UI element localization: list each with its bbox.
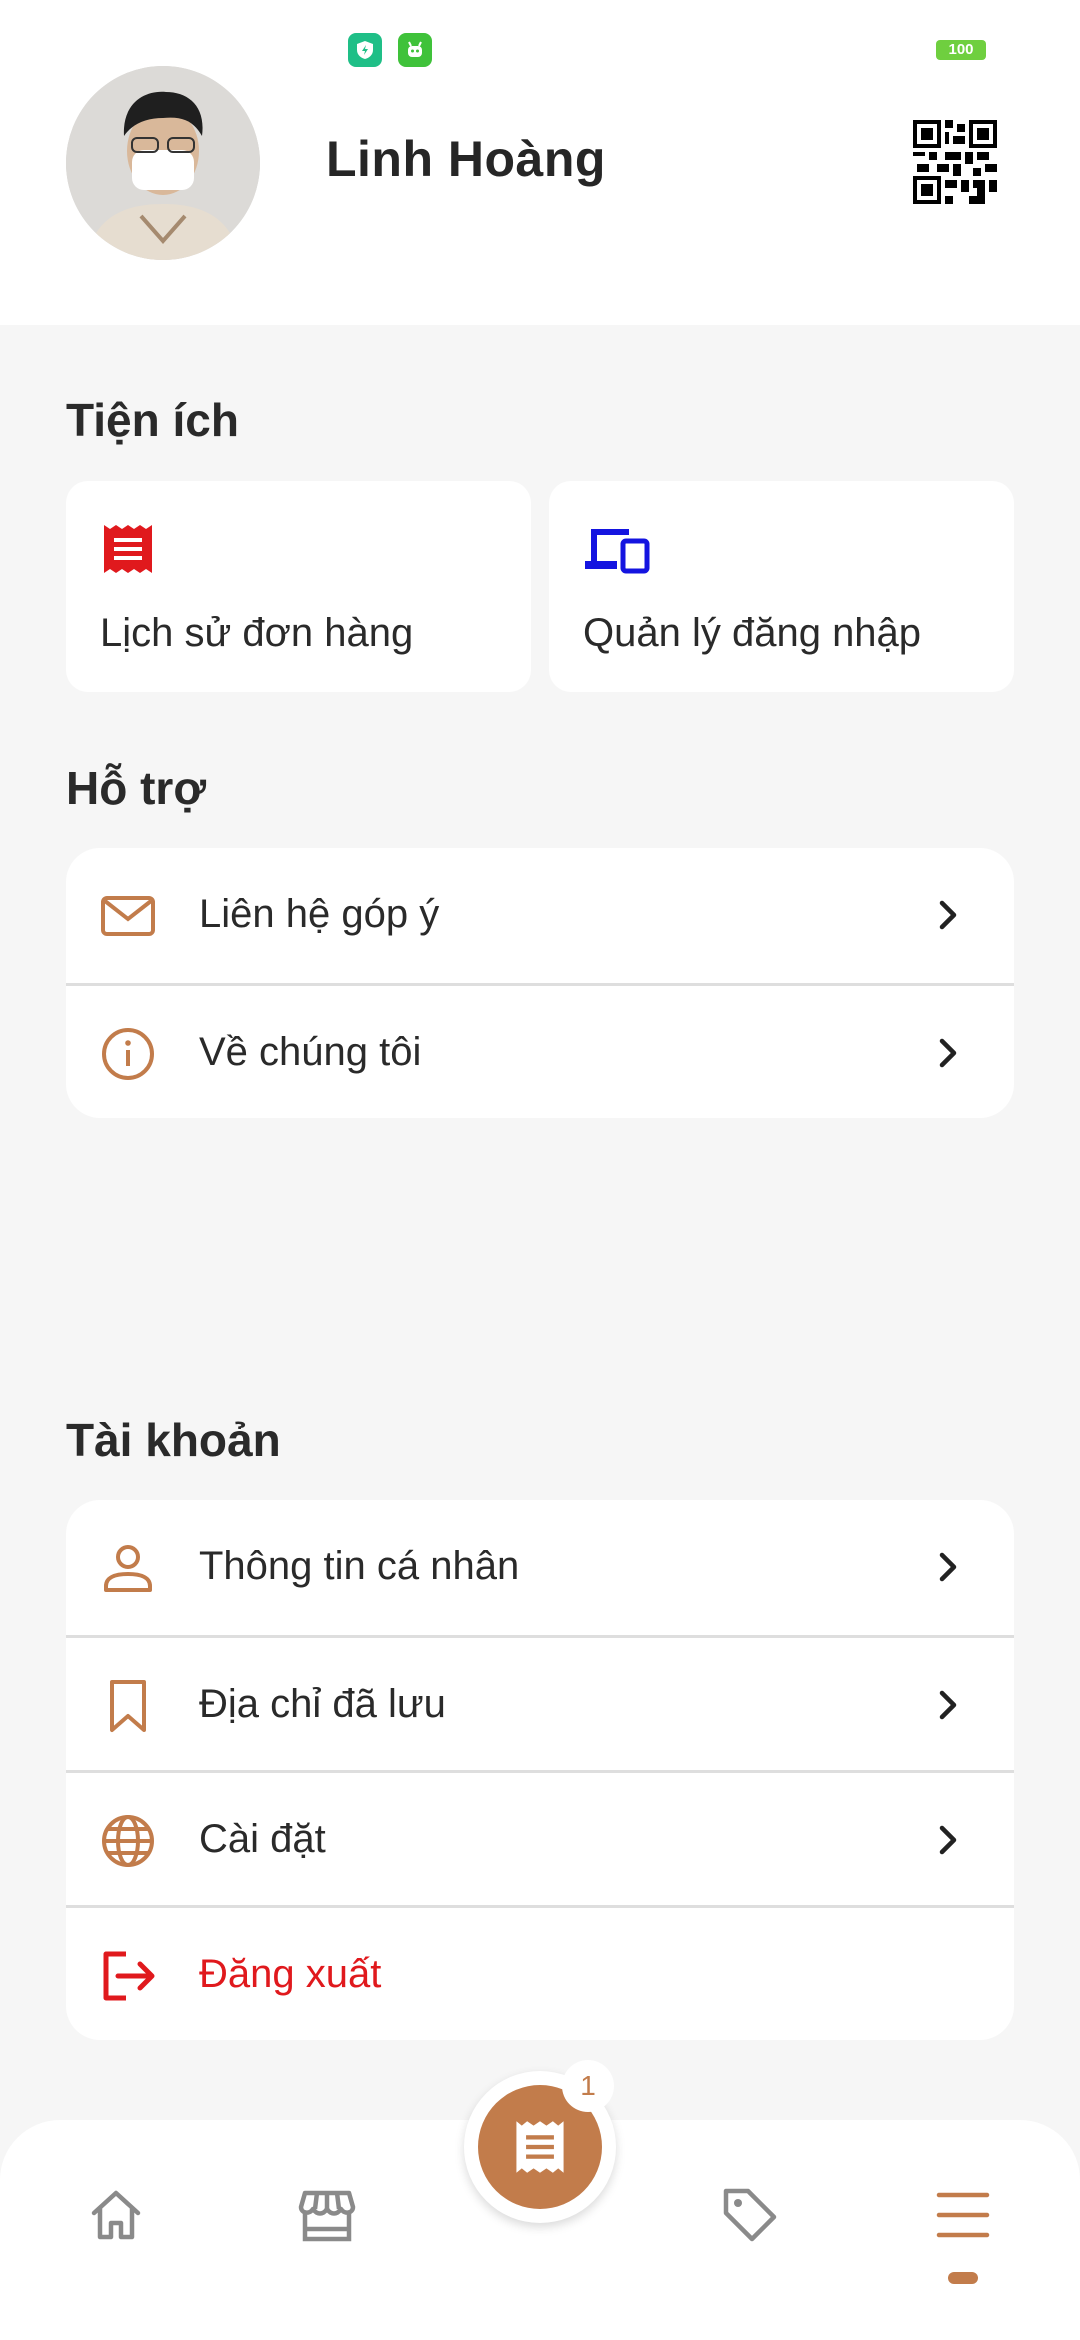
logout-button[interactable]: Đăng xuất (66, 1905, 1014, 2040)
list-item-saved-addresses[interactable]: Địa chỉ đã lưu (66, 1635, 1014, 1770)
user-name: Linh Hoàng (326, 131, 606, 187)
chevron-right-icon (928, 1547, 968, 1587)
active-tab-indicator (948, 2272, 978, 2284)
chevron-right-icon (928, 895, 968, 935)
store-icon[interactable] (297, 2185, 357, 2245)
login-management-card[interactable]: Quản lý đăng nhập (549, 481, 1014, 692)
mail-icon (100, 888, 156, 944)
section-title-account: Tài khoản (66, 1414, 281, 1466)
list-item-personal-info[interactable]: Thông tin cá nhân (66, 1500, 1014, 1635)
account-list: Thông tin cá nhân Địa chỉ đã lưu Cài đặt… (66, 1500, 1014, 2040)
devices-icon (583, 521, 651, 582)
order-history-card[interactable]: Lịch sử đơn hàng (66, 481, 531, 692)
profile-header: 100 Linh Hoàng (0, 0, 1080, 325)
list-item-settings[interactable]: Cài đặt (66, 1770, 1014, 1905)
globe-icon (100, 1813, 156, 1869)
battery-indicator: 100 (936, 40, 986, 60)
list-item-feedback[interactable]: Liên hệ góp ý (66, 848, 1014, 983)
person-icon (100, 1540, 156, 1596)
menu-icon[interactable] (933, 2185, 993, 2245)
chevron-right-icon (928, 1033, 968, 1073)
chevron-right-icon (928, 1820, 968, 1860)
section-title-utilities: Tiện ích (66, 394, 239, 446)
qr-code-icon[interactable] (913, 120, 997, 204)
receipt-icon (100, 521, 156, 582)
login-management-label: Quản lý đăng nhập (583, 611, 922, 655)
tag-icon[interactable] (720, 2185, 780, 2245)
support-list: Liên hệ góp ý Về chúng tôi (66, 848, 1014, 1118)
order-history-label: Lịch sử đơn hàng (100, 611, 414, 655)
logout-icon (100, 1948, 156, 2004)
home-icon[interactable] (86, 2185, 146, 2245)
cart-badge: 1 (562, 2060, 614, 2112)
list-item-about[interactable]: Về chúng tôi (66, 983, 1014, 1118)
android-app-icon (398, 33, 432, 67)
info-icon (100, 1026, 156, 1082)
chevron-right-icon (928, 1685, 968, 1725)
shield-app-icon (348, 33, 382, 67)
section-title-support: Hỗ trợ (66, 762, 207, 814)
status-bar-icons (348, 33, 432, 67)
avatar[interactable] (66, 66, 260, 260)
bookmark-icon (100, 1678, 156, 1734)
